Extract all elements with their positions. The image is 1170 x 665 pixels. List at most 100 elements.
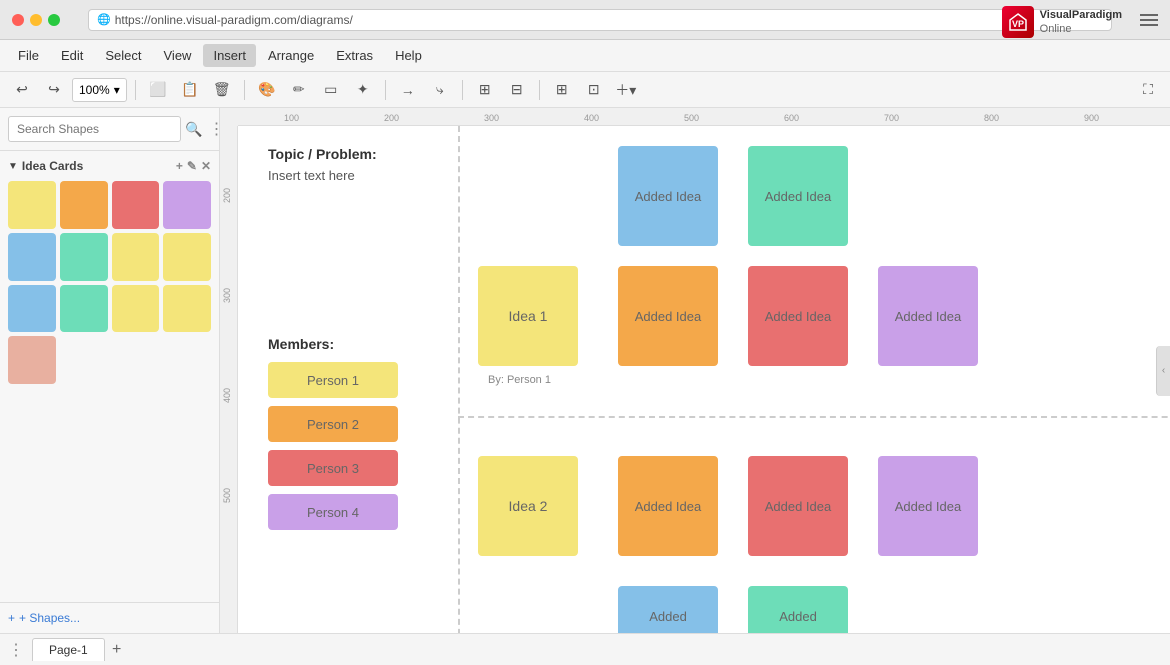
toolbar-separator-1 (135, 80, 136, 100)
menu-arrange[interactable]: Arrange (258, 44, 324, 67)
menu-insert[interactable]: Insert (203, 44, 256, 67)
member-person-4[interactable]: Person 4 (268, 494, 398, 530)
added-idea-r2c2[interactable]: Added Idea (748, 456, 848, 556)
add-icon: + (8, 611, 15, 625)
connector-button[interactable]: → (394, 77, 422, 103)
snap-button[interactable]: ⊡ (580, 77, 608, 103)
maximize-button[interactable] (48, 14, 60, 26)
added-idea-r1c2[interactable]: Added Idea (748, 266, 848, 366)
zoom-value: 100% (79, 83, 110, 97)
page-tabs: Page-1 (32, 638, 105, 661)
shape-yellow-2[interactable] (112, 233, 160, 281)
add-page-button[interactable]: + (105, 638, 129, 662)
ruler-mark-700: 700 (884, 113, 899, 123)
member-person-2[interactable]: Person 2 (268, 406, 398, 442)
added-idea-r1c1[interactable]: Added Idea (618, 266, 718, 366)
topic-text[interactable]: Insert text here (268, 168, 377, 183)
menu-edit[interactable]: Edit (51, 44, 93, 67)
page-tab-1[interactable]: Page-1 (32, 638, 105, 661)
star-button[interactable]: ✦ (349, 77, 377, 103)
search-options-icon[interactable]: ⋮ (208, 119, 220, 139)
shape-red-1[interactable] (112, 181, 160, 229)
vp-logo-text: VisualParadigm Online (1040, 8, 1122, 37)
section-edit-icon[interactable]: ✎ (187, 159, 197, 173)
added-idea-r1b1[interactable]: Added Idea (618, 146, 718, 246)
added-idea-r2c3[interactable]: Added Idea (878, 456, 978, 556)
toolbar-separator-4 (462, 80, 463, 100)
member-person-3[interactable]: Person 3 (268, 450, 398, 486)
menu-help[interactable]: Help (385, 44, 432, 67)
search-input[interactable] (8, 116, 181, 142)
url-bar[interactable]: 🌐 https://online.visual-paradigm.com/dia… (88, 9, 1112, 31)
undo-button[interactable]: ↩ (8, 77, 36, 103)
line-button[interactable]: ✏ (285, 77, 313, 103)
sidebar-section: ▼ Idea Cards + ✎ ✕ (0, 151, 219, 602)
section-header: ▼ Idea Cards + ✎ ✕ (0, 155, 219, 177)
redo-button[interactable]: ↪ (40, 77, 68, 103)
canvas-scroll[interactable]: Topic / Problem: Insert text here Member… (238, 126, 1170, 633)
shape-orange-1[interactable] (60, 181, 108, 229)
members-label: Members: (268, 336, 398, 352)
connector2-button[interactable]: ⤷ (426, 77, 454, 103)
toolbar: ↩ ↪ 100% ▾ ⬜ 📋 🗑 🎨 ✏ ▭ ✦ → ⤷ ⊞ ⊟ ⊞ ⊡ ＋▾ … (0, 72, 1170, 108)
idea-card-2[interactable]: Idea 2 (478, 456, 578, 556)
shape-yellow-4[interactable] (112, 285, 160, 333)
traffic-lights (12, 14, 60, 26)
shape-blue-1[interactable] (8, 233, 56, 281)
fill-button[interactable]: 🎨 (253, 77, 281, 103)
sidebar-footer: + + Shapes... (0, 602, 219, 633)
idea-card-1[interactable]: Idea 1 (478, 266, 578, 366)
search-icon[interactable]: 🔍 (185, 121, 202, 138)
canvas-content: Topic / Problem: Insert text here Member… (238, 126, 1170, 633)
added-idea-r2c1[interactable]: Added Idea (618, 456, 718, 556)
shape-blue-2[interactable] (8, 285, 56, 333)
ruler-left-500: 500 (222, 488, 232, 503)
shape-salmon-1[interactable] (8, 336, 56, 384)
zoom-control[interactable]: 100% ▾ (72, 78, 127, 102)
shapes-grid (0, 177, 219, 388)
minimize-button[interactable] (30, 14, 42, 26)
close-button[interactable] (12, 14, 24, 26)
menu-select[interactable]: Select (95, 44, 151, 67)
member-person-1[interactable]: Person 1 (268, 362, 398, 398)
copy-button[interactable]: ⬜ (144, 77, 172, 103)
paste-button[interactable]: 📋 (176, 77, 204, 103)
sidebar: 🔍 ⋮ ▼ Idea Cards + ✎ ✕ (0, 108, 220, 633)
menu-view[interactable]: View (154, 44, 202, 67)
grid-button[interactable]: ⊞ (548, 77, 576, 103)
added-idea-r3c2[interactable]: Added (748, 586, 848, 633)
dots-menu[interactable]: ⋮ (8, 640, 24, 660)
topic-section: Topic / Problem: Insert text here (268, 146, 377, 183)
align-button[interactable]: ⊞ (471, 77, 499, 103)
ruler-mark-900: 900 (1084, 113, 1099, 123)
section-collapse-icon[interactable]: ▼ (8, 161, 18, 172)
added-idea-r1c3[interactable]: Added Idea (878, 266, 978, 366)
distribute-button[interactable]: ⊟ (503, 77, 531, 103)
shape-yellow-3[interactable] (163, 233, 211, 281)
added-idea-r3c1[interactable]: Added (618, 586, 718, 633)
right-collapse-button[interactable]: ‹ (1156, 346, 1170, 396)
menu-extras[interactable]: Extras (326, 44, 383, 67)
shape-teal-1[interactable] (60, 233, 108, 281)
fullscreen-button[interactable]: ⛶ (1134, 77, 1162, 103)
shape-purple-1[interactable] (163, 181, 211, 229)
zoom-arrow: ▾ (114, 83, 120, 97)
shape-yellow-5[interactable] (163, 285, 211, 333)
shape-teal-2[interactable] (60, 285, 108, 333)
section-close-icon[interactable]: ✕ (201, 159, 211, 173)
delete-button[interactable]: 🗑 (208, 77, 236, 103)
section-add-icon[interactable]: + (176, 159, 183, 173)
hamburger-menu[interactable] (1140, 14, 1158, 26)
add-shapes-button[interactable]: + + Shapes... (8, 611, 211, 625)
rect-button[interactable]: ▭ (317, 77, 345, 103)
menu-bar: File Edit Select View Insert Arrange Ext… (0, 40, 1170, 72)
ruler-mark-800: 800 (984, 113, 999, 123)
ruler-mark-400: 400 (584, 113, 599, 123)
members-section: Members: Person 1 Person 2 Person 3 Pers… (268, 336, 398, 538)
added-idea-r1b2[interactable]: Added Idea (748, 146, 848, 246)
add-button[interactable]: ＋▾ (612, 77, 640, 103)
topic-label: Topic / Problem: (268, 146, 377, 162)
canvas-area: 200 300 400 500 Topic / Problem: Insert … (220, 126, 1170, 633)
menu-file[interactable]: File (8, 44, 49, 67)
shape-yellow-1[interactable] (8, 181, 56, 229)
